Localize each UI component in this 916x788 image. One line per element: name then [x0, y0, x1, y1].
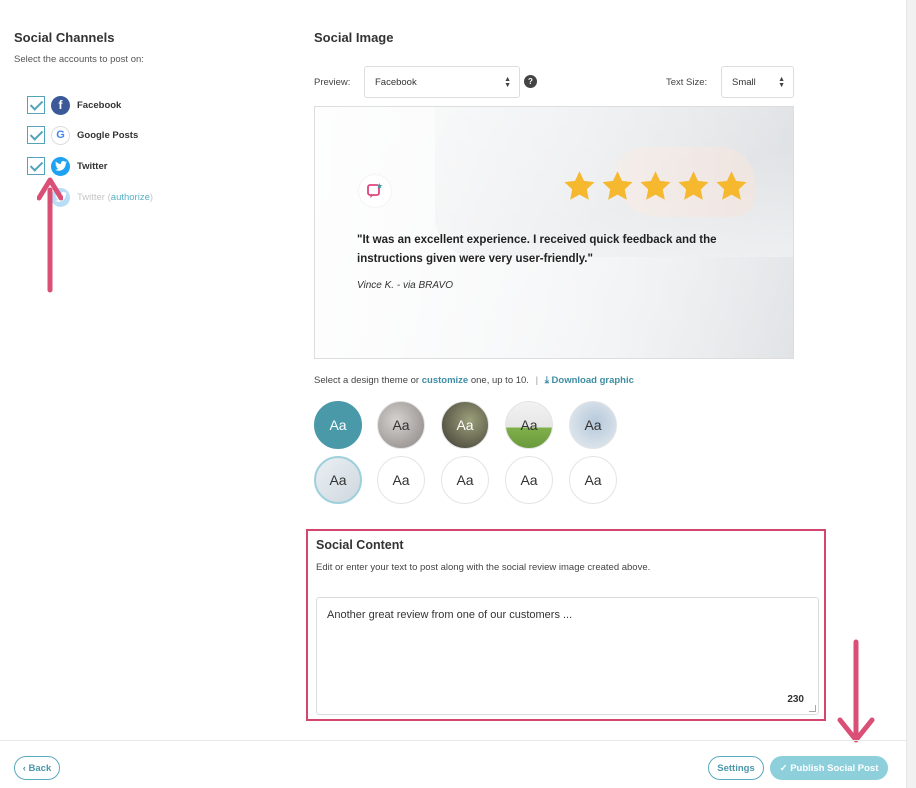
download-icon: ⤓	[544, 375, 552, 386]
theme-option[interactable]: Aa	[314, 401, 362, 449]
theme-line-suffix: one, up to 10.	[470, 375, 529, 386]
text-size-value: Small	[732, 76, 756, 88]
theme-option[interactable]: Aa	[377, 401, 425, 449]
theme-option[interactable]: Aa	[505, 401, 553, 449]
social-content-textarea[interactable]: Another great review from one of our cus…	[316, 597, 819, 715]
paren-close: )	[149, 191, 154, 203]
facebook-icon: f	[51, 95, 70, 115]
theme-option[interactable]: Aa	[569, 401, 617, 449]
rating-stars	[562, 169, 749, 204]
star-icon	[640, 171, 671, 200]
theme-option[interactable]: Aa	[377, 456, 425, 504]
publish-social-post-button[interactable]: ✓ Publish Social Post	[770, 756, 888, 780]
separator: |	[535, 375, 539, 386]
text-size-select[interactable]: Small ▲ ▼	[721, 66, 794, 98]
channel-google-posts[interactable]: G Google Posts	[27, 124, 138, 146]
theme-option[interactable]: Aa	[569, 456, 617, 504]
back-button[interactable]: ‹ Back	[14, 756, 60, 780]
resize-handle-icon[interactable]	[809, 705, 816, 712]
settings-button[interactable]: Settings	[708, 756, 764, 780]
star-icon	[716, 171, 747, 200]
preview-label: Preview:	[314, 77, 351, 88]
social-content-title: Social Content	[316, 538, 404, 552]
twitter-icon	[51, 156, 70, 176]
channel-twitter[interactable]: Twitter	[27, 155, 107, 177]
channel-label: Twitter	[77, 160, 108, 172]
footer-divider	[0, 740, 906, 741]
preview-select[interactable]: Facebook ▲ ▼	[364, 66, 520, 98]
social-channels-title: Social Channels	[14, 30, 115, 45]
social-channels-subtitle: Select the accounts to post on:	[14, 54, 144, 65]
download-graphic-link[interactable]: ⤓ Download graphic	[545, 375, 634, 386]
select-caret-icon: ▲ ▼	[504, 76, 511, 89]
bravo-logo-icon	[359, 175, 391, 207]
google-icon: G	[51, 125, 70, 145]
annotation-arrow-up-icon	[37, 177, 63, 293]
theme-line-prefix: Select a design theme or	[314, 375, 420, 386]
star-icon	[602, 171, 633, 200]
social-channels-section: Social Channels Select the accounts to p…	[14, 30, 264, 65]
channel-facebook[interactable]: f Facebook	[27, 94, 121, 116]
channel-label: Google Posts	[77, 129, 139, 141]
text-size-label: Text Size:	[666, 77, 708, 88]
download-graphic-label: Download graphic	[551, 375, 634, 386]
page-scrollbar[interactable]	[906, 0, 916, 788]
facebook-checkbox[interactable]	[27, 96, 45, 114]
social-image-title: Social Image	[314, 30, 394, 45]
theme-option[interactable]: Aa	[314, 456, 362, 504]
social-content-desc: Edit or enter your text to post along wi…	[316, 562, 651, 573]
annotation-arrow-down-icon	[837, 639, 875, 743]
theme-instructions: Select a design theme or customize one, …	[314, 375, 634, 386]
social-content-text: Another great review from one of our cus…	[327, 609, 573, 621]
channel-label: Twitter (authorize)	[77, 192, 153, 203]
review-author: Vince K. - via BRAVO	[357, 280, 453, 291]
theme-option[interactable]: Aa	[441, 456, 489, 504]
char-count: 230	[787, 694, 804, 705]
preview-row: Preview: Facebook ▲ ▼ ? Text Size: Small …	[314, 66, 794, 98]
star-icon	[678, 171, 709, 200]
authorize-link[interactable]: authorize	[111, 192, 150, 203]
select-caret-icon: ▲ ▼	[778, 76, 785, 89]
review-quote: "It was an excellent experience. I recei…	[357, 234, 717, 265]
twitter-checkbox[interactable]	[27, 157, 45, 175]
twitter-unauth-label: Twitter (	[77, 191, 111, 203]
social-image-preview: "It was an excellent experience. I recei…	[314, 106, 794, 359]
theme-option[interactable]: Aa	[505, 456, 553, 504]
help-icon[interactable]: ?	[524, 75, 537, 88]
social-content-section: Social Content Edit or enter your text t…	[306, 529, 826, 721]
preview-select-value: Facebook	[375, 76, 417, 88]
customize-link[interactable]: customize	[422, 375, 468, 386]
theme-option[interactable]: Aa	[441, 401, 489, 449]
social-image-section: Social Image	[314, 30, 393, 45]
google-posts-checkbox[interactable]	[27, 126, 45, 144]
channel-label: Facebook	[77, 99, 122, 111]
star-icon	[564, 171, 595, 200]
